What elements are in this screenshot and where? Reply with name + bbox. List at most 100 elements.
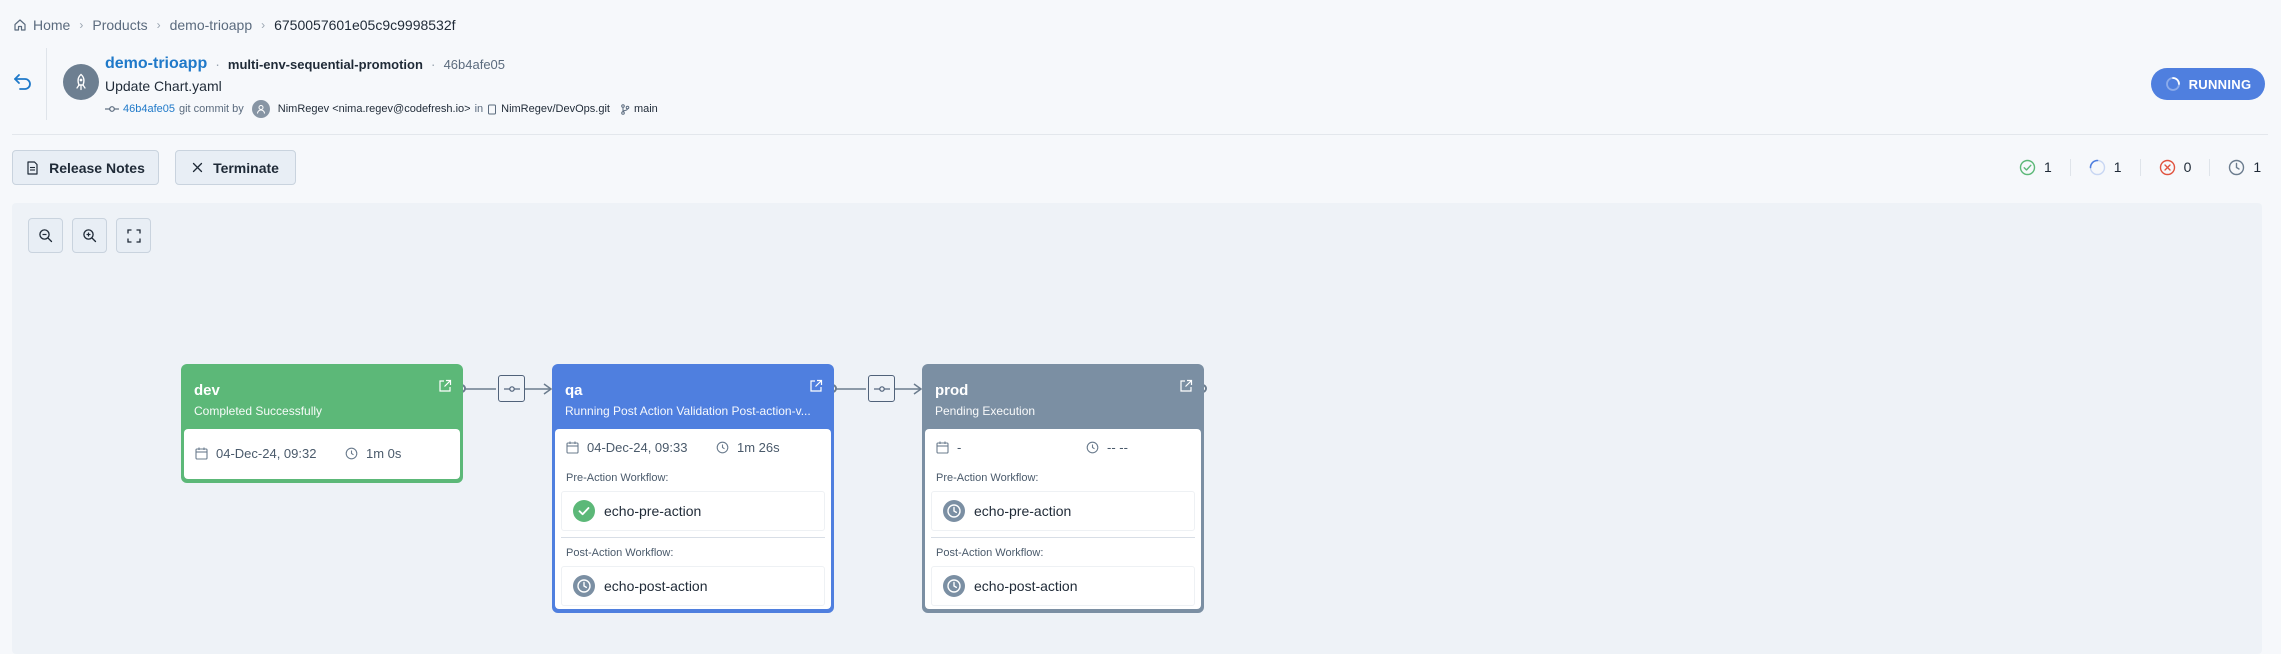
pre-action-workflow[interactable]: echo-pre-action bbox=[561, 491, 825, 531]
pending-value: 1 bbox=[2253, 159, 2262, 175]
breadcrumb-products-link[interactable]: Products bbox=[92, 17, 147, 33]
env-date: - bbox=[957, 439, 962, 455]
repo-name[interactable]: NimRegev/DevOps.git bbox=[501, 103, 610, 115]
clock-icon bbox=[716, 441, 729, 454]
status-summary: 1 1 0 1 bbox=[2019, 155, 2279, 179]
env-date: 04-Dec-24, 09:33 bbox=[587, 439, 688, 455]
status-badge: RUNNING bbox=[2151, 68, 2265, 100]
document-icon bbox=[26, 160, 39, 175]
fullscreen-icon bbox=[126, 228, 141, 243]
pending-count: 1 bbox=[2209, 158, 2279, 176]
in-label: in bbox=[474, 103, 484, 115]
post-action-workflow[interactable]: echo-post-action bbox=[561, 566, 825, 606]
clock-icon bbox=[1086, 441, 1099, 454]
breadcrumb: Home › Products › demo-trioapp › 6750057… bbox=[13, 14, 456, 36]
running-count: 1 bbox=[2069, 158, 2140, 176]
env-status: Completed Successfully bbox=[194, 404, 323, 418]
calendar-icon bbox=[195, 447, 208, 460]
terminate-label: Terminate bbox=[213, 159, 279, 176]
commit-gate-icon bbox=[503, 384, 520, 394]
repo-icon bbox=[487, 104, 497, 115]
workflow-divider bbox=[931, 537, 1195, 538]
commit-type: git commit by bbox=[179, 103, 244, 115]
breadcrumb-current: 6750057601e05c9c9998532f bbox=[274, 17, 456, 33]
status-label: RUNNING bbox=[2188, 76, 2252, 92]
succeeded-count: 1 bbox=[2019, 159, 2070, 176]
env-header: prod Pending Execution bbox=[925, 367, 1201, 429]
env-card-qa[interactable]: qa Running Post Action Validation Post-a… bbox=[552, 364, 834, 613]
pre-action-workflow[interactable]: echo-pre-action bbox=[931, 491, 1195, 531]
calendar-icon bbox=[566, 441, 579, 454]
promotion-gate-qa-prod[interactable] bbox=[868, 375, 895, 402]
user-avatar-icon bbox=[251, 100, 270, 118]
post-action-label: Post-Action Workflow: bbox=[936, 547, 1044, 559]
env-body: 04-Dec-24, 09:32 1m 0s bbox=[184, 429, 460, 479]
chevron-right-icon: › bbox=[156, 18, 161, 32]
env-card-dev[interactable]: dev Completed Successfully 04-Dec-24, 09… bbox=[181, 364, 463, 483]
external-link-icon[interactable] bbox=[809, 379, 823, 393]
spinner-icon bbox=[2089, 159, 2106, 176]
workflow-name: echo-pre-action bbox=[604, 503, 702, 519]
post-action-label: Post-Action Workflow: bbox=[566, 547, 674, 559]
post-action-workflow[interactable]: echo-post-action bbox=[931, 566, 1195, 606]
env-duration: -- -- bbox=[1107, 439, 1128, 455]
succeeded-value: 1 bbox=[2044, 159, 2052, 175]
breadcrumb-home[interactable]: Home bbox=[13, 17, 70, 33]
chevron-right-icon: › bbox=[79, 18, 84, 32]
env-status: Pending Execution bbox=[935, 404, 1036, 418]
env-duration: 1m 0s bbox=[366, 445, 402, 461]
env-header: qa Running Post Action Validation Post-a… bbox=[555, 367, 831, 429]
calendar-icon bbox=[936, 441, 949, 454]
git-commit-icon bbox=[105, 104, 119, 114]
promotion-name: multi-env-sequential-promotion bbox=[227, 56, 423, 72]
external-link-icon[interactable] bbox=[438, 379, 452, 393]
time-row: 04-Dec-24, 09:33 1m 26s bbox=[555, 429, 831, 465]
zoom-out-button[interactable] bbox=[28, 218, 63, 253]
env-body: - -- -- Pre-Action Workflow: echo-pre-ac… bbox=[925, 429, 1201, 609]
zoom-out-icon bbox=[38, 228, 53, 243]
time-row: - -- -- bbox=[925, 429, 1201, 465]
error-circle-icon bbox=[2159, 159, 2176, 176]
promotion-gate-dev-qa[interactable] bbox=[498, 375, 525, 402]
chevron-right-icon: › bbox=[261, 18, 266, 32]
pre-action-label: Pre-Action Workflow: bbox=[566, 472, 669, 484]
back-icon[interactable] bbox=[12, 70, 34, 92]
commit-info: 46b4afe05 git commit by NimRegev <nima.r… bbox=[105, 100, 658, 118]
workflow-name: echo-post-action bbox=[974, 578, 1078, 594]
env-name: dev bbox=[194, 382, 220, 399]
env-header: dev Completed Successfully bbox=[184, 367, 460, 429]
env-body: 04-Dec-24, 09:33 1m 26s Pre-Action Workf… bbox=[555, 429, 831, 609]
env-name: prod bbox=[935, 382, 969, 399]
pre-action-label: Pre-Action Workflow: bbox=[936, 472, 1039, 484]
workflow-divider bbox=[561, 537, 825, 538]
check-circle-icon bbox=[573, 500, 595, 522]
env-card-prod[interactable]: prod Pending Execution - -- -- Pre-Actio… bbox=[922, 364, 1204, 613]
workflow-name: echo-pre-action bbox=[974, 503, 1072, 519]
check-circle-icon bbox=[2019, 159, 2036, 176]
commit-message: Update Chart.yaml bbox=[105, 78, 222, 94]
env-duration: 1m 26s bbox=[737, 439, 780, 455]
fit-view-button[interactable] bbox=[116, 218, 151, 253]
app-name-link[interactable]: demo-trioapp bbox=[105, 55, 207, 73]
breadcrumb-product-link[interactable]: demo-trioapp bbox=[170, 17, 253, 33]
dot-separator: · bbox=[430, 56, 436, 72]
home-icon bbox=[13, 18, 27, 32]
external-link-icon[interactable] bbox=[1179, 379, 1193, 393]
failed-count: 0 bbox=[2139, 158, 2210, 176]
header-divider bbox=[46, 48, 47, 120]
clock-icon bbox=[573, 575, 595, 597]
terminate-button[interactable]: Terminate bbox=[175, 150, 296, 185]
commit-sha-link[interactable]: 46b4afe05 bbox=[123, 103, 175, 115]
clock-icon bbox=[943, 500, 965, 522]
breadcrumb-home-link[interactable]: Home bbox=[33, 17, 70, 33]
commit-gate-icon bbox=[873, 384, 890, 394]
commit-author: NimRegev <nima.regev@codefresh.io> bbox=[277, 103, 471, 115]
release-notes-button[interactable]: Release Notes bbox=[12, 150, 159, 185]
branch-icon bbox=[620, 103, 630, 115]
spinner-icon bbox=[2165, 76, 2181, 92]
zoom-in-icon bbox=[82, 228, 97, 243]
zoom-in-button[interactable] bbox=[72, 218, 107, 253]
env-status: Running Post Action Validation Post-acti… bbox=[565, 404, 811, 418]
time-row: 04-Dec-24, 09:32 1m 0s bbox=[184, 429, 460, 477]
dot-separator: · bbox=[215, 56, 220, 72]
